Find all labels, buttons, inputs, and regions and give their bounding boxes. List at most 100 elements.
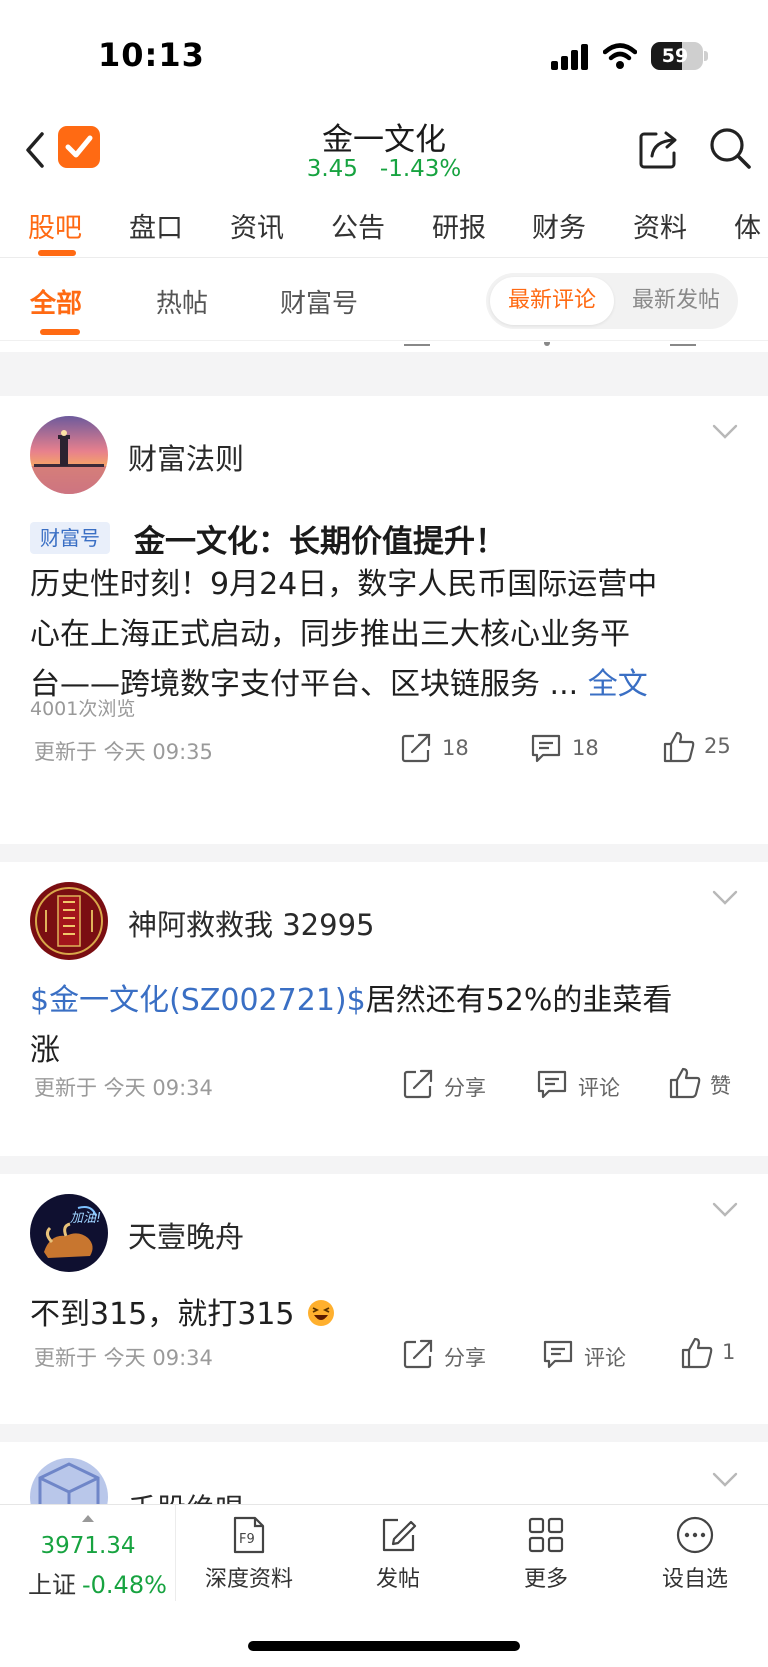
chevron-down-icon[interactable] (712, 1472, 738, 1488)
post-body[interactable]: 历史性时刻！9月24日，数字人民币国际运营中 心在上海正式启动，同步推出三大核心… (30, 560, 742, 710)
post-body[interactable]: 不到315，就打315 (30, 1290, 742, 1340)
tab-finance[interactable]: 财务 (532, 206, 586, 245)
index-value: 3971.34 (40, 1533, 136, 1559)
share-action[interactable]: 分享 (402, 1338, 502, 1370)
comment-icon (543, 1340, 573, 1369)
nav-label: 设自选 (661, 1567, 728, 1592)
comment-label: 评论 (578, 1076, 620, 1100)
share-icon (401, 733, 431, 763)
like-count: 25 (704, 734, 731, 758)
post-body-text: 不到315，就打315 (30, 1297, 295, 1332)
author-name[interactable]: 神阿救救我 32995 (128, 902, 374, 944)
avatar[interactable] (30, 1458, 108, 1504)
share-action[interactable]: 18 (400, 732, 500, 764)
index-change: -0.48% (82, 1571, 167, 1599)
divider (0, 352, 768, 396)
tab-news[interactable]: 资讯 (230, 206, 284, 245)
avatar[interactable] (30, 882, 108, 960)
post-body-line: $金一文化(SZ002721)$居然还有52%的韭菜看 (30, 983, 673, 1018)
chevron-down-icon[interactable] (712, 424, 738, 440)
sub-tabs: 全部 热帖 财富号 最新评论 最新发帖 (0, 259, 768, 341)
comment-action[interactable]: 评论 (542, 1338, 642, 1370)
post-title-row: 财富号 金一文化：长期价值提升！ (30, 516, 750, 560)
read-full-link[interactable]: 全文 (588, 667, 648, 702)
post-body-line: 台——跨境数字支付平台、区块链服务 ... 全文 (30, 667, 648, 702)
tab-announcements[interactable]: 公告 (331, 206, 385, 245)
laughing-emoji-icon (308, 1300, 335, 1326)
author-name[interactable]: 财富法则 (128, 436, 244, 478)
comment-label: 评论 (584, 1346, 626, 1370)
like-action[interactable]: 1 (680, 1336, 760, 1369)
like-count: 1 (722, 1340, 736, 1364)
comment-action[interactable]: 18 (530, 732, 630, 764)
nav-post[interactable]: 发帖 (333, 1515, 463, 1601)
status-time: 10:13 (98, 36, 205, 74)
divider (0, 1424, 768, 1442)
active-subtab-indicator (40, 329, 80, 335)
talisman-avatar-image (30, 882, 108, 960)
edit-icon (382, 1518, 417, 1552)
chevron-down-icon[interactable] (712, 1202, 738, 1218)
comment-icon (531, 734, 561, 763)
share-count: 18 (442, 736, 469, 760)
status-bar: 10:13 59 (0, 0, 768, 110)
post-body[interactable]: $金一文化(SZ002721)$居然还有52%的韭菜看 涨 (30, 976, 742, 1076)
subtab-all[interactable]: 全部 (30, 283, 82, 320)
post-card[interactable]: 财富法则 财富号 金一文化：长期价值提升！ 历史性时刻！9月24日，数字人民币国… (0, 396, 768, 844)
divider (0, 844, 768, 862)
comment-icon (537, 1070, 567, 1099)
post-time: 更新于 今天 09:34 (34, 1076, 213, 1100)
author-name[interactable]: 天壹晚舟 (128, 1214, 244, 1256)
comment-count: 18 (572, 736, 599, 760)
previous-post-actions-cut (0, 342, 768, 352)
nav-more[interactable]: 更多 (481, 1515, 611, 1601)
share-action[interactable]: 分享 (402, 1068, 502, 1100)
caifuhao-tag: 财富号 (30, 522, 110, 554)
market-index-widget[interactable]: 3971.34 上证 -0.48% (0, 1505, 176, 1601)
stock-change-pct: -1.43% (379, 156, 462, 182)
tab-profile[interactable]: 资料 (633, 206, 687, 245)
share-label: 分享 (444, 1346, 486, 1370)
stock-header: 金一文化 3.45 -1.43% (0, 110, 768, 194)
sort-latest-post[interactable]: 最新发帖 (614, 277, 738, 325)
expand-arrow-icon[interactable] (82, 1515, 94, 1522)
sort-toggle: 最新评论 最新发帖 (486, 273, 738, 329)
battery-percent: 59 (661, 45, 689, 67)
post-card[interactable]: 千股绝唱 (0, 1442, 768, 1504)
battery-icon: 59 (651, 42, 703, 70)
subtab-hot[interactable]: 热帖 (156, 283, 208, 320)
author-name[interactable]: 千股绝唱 (128, 1486, 244, 1504)
post-time: 更新于 今天 09:34 (34, 1346, 213, 1370)
comment-action[interactable]: 评论 (536, 1068, 636, 1100)
sort-latest-comment[interactable]: 最新评论 (490, 277, 614, 325)
like-action[interactable]: 25 (662, 730, 762, 763)
home-indicator[interactable] (248, 1641, 520, 1651)
index-summary: 上证 -0.48% (28, 1565, 167, 1600)
nav-label: 更多 (523, 1567, 568, 1592)
tab-pankou[interactable]: 盘口 (129, 206, 183, 245)
post-card[interactable]: 加油! 天壹晚舟 不到315，就打315 更新于 今天 09:34 分享 评论 … (0, 1174, 768, 1424)
post-title[interactable]: 金一文化：长期价值提升！ (134, 516, 506, 561)
nav-add-watchlist[interactable]: 设自选 (630, 1515, 760, 1601)
lighthouse-avatar-image (30, 416, 108, 494)
tab-guba[interactable]: 股吧 (28, 206, 82, 245)
geometric-avatar-image (30, 1458, 108, 1504)
avatar[interactable] (30, 416, 108, 494)
chevron-down-icon[interactable] (712, 890, 738, 906)
post-card[interactable]: 神阿救救我 32995 $金一文化(SZ002721)$居然还有52%的韭菜看 … (0, 862, 768, 1156)
share-icon[interactable] (638, 128, 680, 170)
thumbs-up-icon (681, 1337, 713, 1369)
like-action[interactable]: 赞 (668, 1066, 768, 1099)
view-count: 4001次浏览 (30, 698, 136, 720)
post-body-line: 心在上海正式启动，同步推出三大核心业务平 (30, 617, 630, 652)
search-icon[interactable] (708, 126, 752, 170)
share-icon (403, 1339, 433, 1369)
tab-research[interactable]: 研报 (432, 206, 486, 245)
nav-deep-data[interactable]: F9 深度资料 (184, 1515, 314, 1601)
subtab-caifuhao[interactable]: 财富号 (280, 283, 358, 320)
stock-price: 3.45 (306, 156, 358, 182)
avatar[interactable]: 加油! (30, 1194, 108, 1272)
stock-mention-link[interactable]: $金一文化(SZ002721)$ (30, 983, 366, 1018)
tab-more-cut[interactable]: 体 (734, 206, 761, 245)
thumbs-up-icon (663, 731, 695, 763)
